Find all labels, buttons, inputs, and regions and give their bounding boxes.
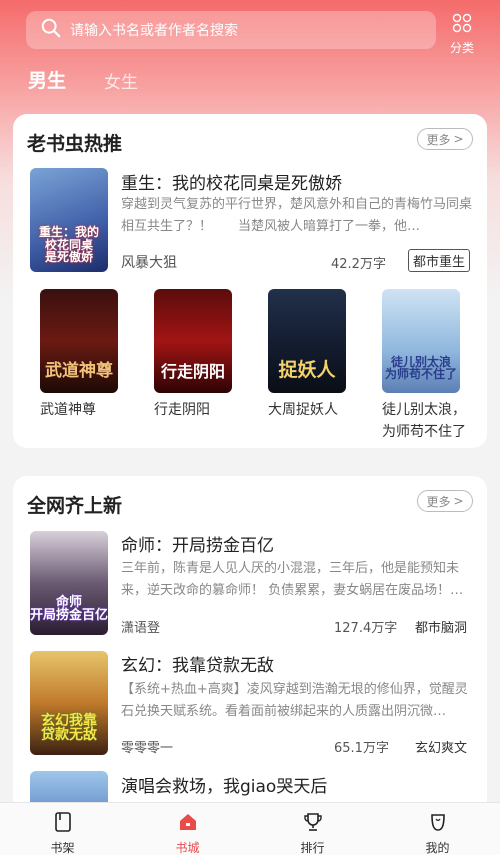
section-hot-recommend: 老书虫热推 更多 > 重生：我的 校花同桌 是死傲娇 重生：我的校花同桌是死傲娇 …: [13, 114, 487, 448]
section-new-releases: 全网齐上新 更多 > 命师 开局捞金百亿 命师：开局捞金百亿 三年前，陈青是人见人…: [13, 476, 487, 806]
book-cover[interactable]: [30, 771, 108, 806]
nav-ranking[interactable]: 排行: [250, 803, 375, 855]
tab-male[interactable]: 男生: [28, 66, 66, 93]
book-description: 【系统+热血+高爽】凌风穿越到浩瀚无垠的修仙界，觉醒灵石兑换天赋系统。看着面前被…: [121, 682, 468, 719]
book-icon: [52, 811, 74, 836]
home-icon: [177, 811, 199, 836]
chevron-right-icon: >: [453, 132, 464, 146]
grid-icon: [452, 13, 472, 36]
book-cover[interactable]: 武道神尊: [40, 289, 118, 393]
book-author: 潇语登: [121, 621, 161, 636]
book-cover[interactable]: 捉妖人: [268, 289, 346, 393]
nav-profile[interactable]: 我的: [375, 803, 500, 855]
chevron-right-icon: >: [453, 494, 464, 508]
search-bar[interactable]: 请输入书名或者作者名搜索: [26, 11, 436, 49]
bottom-nav: 书架 书城 排行 我的: [0, 802, 500, 855]
nav-label: 书架: [50, 841, 75, 855]
more-button[interactable]: 更多 >: [417, 490, 473, 512]
nav-label: 我的: [425, 841, 450, 855]
book-title[interactable]: 大周捉妖人: [268, 399, 338, 421]
book-word-count: 127.4万字: [334, 621, 398, 636]
nav-bookstore[interactable]: 书城: [125, 803, 250, 855]
nav-label: 书城: [175, 841, 200, 855]
trophy-icon: [302, 811, 324, 836]
more-button[interactable]: 更多 >: [417, 128, 473, 150]
book-title[interactable]: 玄幻：我靠贷款无敌: [121, 651, 274, 676]
book-tag[interactable]: 玄幻爽文: [415, 737, 467, 756]
book-title[interactable]: 命师：开局捞金百亿: [121, 531, 274, 556]
book-title[interactable]: 重生：我的校花同桌是死傲娇: [121, 169, 342, 194]
section-title: 老书虫热推: [27, 133, 123, 155]
section-title: 全网齐上新: [27, 495, 123, 517]
book-author: 风暴大狙: [121, 255, 177, 271]
book-tag[interactable]: 都市脑洞: [415, 617, 467, 636]
book-title[interactable]: 演唱会救场，我giao哭天后: [121, 772, 327, 797]
book-title[interactable]: 徒儿别太浪，为师苟不住了: [382, 399, 474, 443]
book-cover[interactable]: 命师 开局捞金百亿: [30, 531, 108, 635]
search-placeholder: 请输入书名或者作者名搜索: [70, 23, 238, 39]
book-cover[interactable]: 玄幻我靠 贷款无敌: [30, 651, 108, 755]
book-word-count: 42.2万字: [331, 257, 386, 272]
book-tag[interactable]: 都市重生: [408, 249, 471, 272]
user-icon: [427, 811, 449, 836]
book-description: 穿越到灵气复苏的平行世界，楚风意外和自己的青梅竹马同桌相互共生了？！ 当楚风被人…: [121, 197, 473, 234]
category-button[interactable]: 分类: [444, 10, 480, 55]
book-title[interactable]: 行走阴阳: [154, 399, 210, 421]
search-icon: [40, 17, 62, 43]
book-cover[interactable]: 重生：我的 校花同桌 是死傲娇: [30, 168, 108, 272]
book-description: 三年前，陈青是人见人厌的小混混，三年后，他是能预知未来，逆天改命的篡命师！ 负债…: [121, 561, 464, 598]
category-label: 分类: [449, 41, 474, 55]
book-author: 零零零一: [121, 741, 174, 756]
nav-label: 排行: [300, 841, 325, 855]
nav-bookshelf[interactable]: 书架: [0, 803, 125, 855]
tab-female[interactable]: 女生: [104, 68, 138, 93]
book-cover[interactable]: 徒儿别太浪 为师苟不住了: [382, 289, 460, 393]
book-word-count: 65.1万字: [334, 741, 389, 756]
book-cover[interactable]: 行走阴阳: [154, 289, 232, 393]
book-title[interactable]: 武道神尊: [40, 399, 96, 421]
